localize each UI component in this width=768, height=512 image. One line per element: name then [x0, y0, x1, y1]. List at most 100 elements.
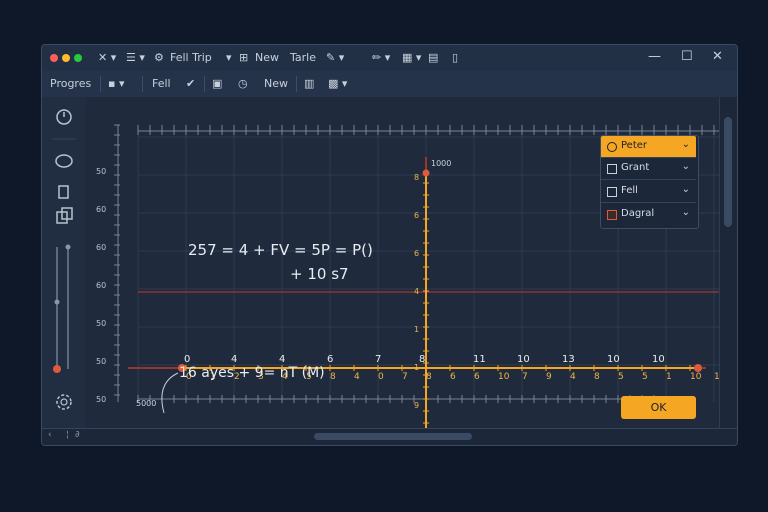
x-axis-top-label: 10 [652, 354, 665, 365]
equation-line-2: + 10 s7 [290, 265, 349, 283]
axis-endpoint [694, 364, 702, 372]
grid-icon[interactable]: ▦ ▾ [402, 51, 421, 64]
legend-header[interactable]: Peter ⌄ [601, 136, 696, 158]
window-icon[interactable]: ▣ [212, 77, 222, 90]
annotation-arrow [161, 372, 179, 414]
x-axis-bottom-label: 7 [402, 372, 408, 382]
app-window: ✕ ▾ ☰ ▾ ⚙ Fell Trip ▾ ⊞ New Tarle ✎ ▾ ✏ … [41, 44, 738, 446]
equation-line-1: 257 = 4 + FV = 5P = P() [188, 241, 373, 259]
x-axis-bottom-label: 6 [474, 372, 480, 382]
new-icon[interactable]: ⊞ [239, 51, 248, 64]
y-axis-label: 60 [96, 281, 106, 290]
check-icon[interactable]: ✔ [186, 77, 195, 90]
shape-icon[interactable] [55, 154, 73, 168]
list-icon[interactable]: ☰ ▾ [126, 51, 145, 64]
menu-tarle[interactable]: Tarle [290, 51, 316, 64]
checkbox[interactable] [607, 187, 617, 197]
close-button[interactable]: ✕ [712, 49, 723, 64]
columns-icon[interactable]: ▥ [304, 77, 314, 90]
legend-row-fell[interactable]: Fell ⌄ [601, 181, 696, 203]
zoom-dot[interactable] [74, 54, 82, 62]
x-axis-bottom-label: 7 [522, 372, 528, 382]
x-axis-bottom-label: 8 [594, 372, 600, 382]
x-axis-top-label: 7 [375, 354, 381, 365]
x-axis-bottom-label: 8 [426, 372, 432, 382]
maximize-button[interactable]: ☐ [681, 49, 693, 64]
block-icon[interactable]: ▪ ▾ [108, 77, 124, 90]
top-axis-label: 1000 [431, 159, 452, 168]
x-axis-top-label: 8 [419, 354, 425, 365]
table-icon[interactable]: ▤ [428, 51, 438, 64]
y-axis-label: 60 [96, 243, 106, 252]
y-axis-label: 50 [96, 395, 106, 404]
close-dot[interactable] [50, 54, 58, 62]
pen-icon[interactable]: ✎ ▾ [326, 51, 344, 64]
chart-icon[interactable]: ▩ ▾ [328, 77, 347, 90]
chevron-down-icon: ⌄ [681, 161, 690, 172]
x-axis-top-label: 11 [473, 354, 486, 365]
page-icon[interactable]: ▯ [452, 51, 458, 64]
bottom-left-label: 5000 [136, 399, 157, 408]
x-axis-top-label: 4 [231, 354, 237, 365]
settings-icon[interactable]: ⚙ [154, 51, 164, 64]
x-axis-top-label: 13 [562, 354, 575, 365]
legend-row-label: Dagral [621, 208, 655, 219]
radio-icon [607, 142, 617, 152]
ok-button[interactable]: OK [621, 396, 696, 419]
menu-fell-trip[interactable]: Fell Trip [170, 51, 212, 64]
menu-new[interactable]: New [255, 51, 279, 64]
y-axis-value-label: 6 [414, 249, 419, 258]
x-axis-top-label: 6 [327, 354, 333, 365]
toolbar: Progres ▪ ▾ Fell ✔ ▣ ◷ New ▥ ▩ ▾ [42, 71, 737, 98]
legend-row-dagral[interactable]: Dagral ⌄ [601, 204, 696, 226]
vertical-scrollbar[interactable] [719, 97, 737, 430]
x-axis-bottom-label: 10 [498, 372, 510, 382]
x-axis-bottom-label: 5 [642, 372, 648, 382]
minimize-button[interactable]: — [648, 49, 661, 64]
y-axis-label: 50 [96, 319, 106, 328]
divider [142, 76, 143, 92]
minimize-dot[interactable] [62, 54, 70, 62]
x-axis-top-label: 10 [607, 354, 620, 365]
divider [204, 76, 205, 92]
toolbar-progres[interactable]: Progres [50, 77, 91, 90]
y-axis-value-label: 1 [414, 363, 419, 372]
checkbox-checked[interactable] [607, 210, 617, 220]
gear-icon[interactable] [56, 394, 72, 410]
horizontal-scroll-thumb[interactable] [314, 433, 472, 440]
scroll-left-icon[interactable]: ‹ [48, 430, 52, 440]
x-axis-bottom-label: 9 [546, 372, 552, 382]
title-bar: ✕ ▾ ☰ ▾ ⚙ Fell Trip ▾ ⊞ New Tarle ✎ ▾ ✏ … [42, 45, 737, 72]
y-axis-label: 60 [96, 205, 106, 214]
left-sidebar [42, 97, 87, 430]
annotation-text: 16 ayes + 9= nT (M) [179, 365, 325, 381]
x-axis-top-label: 10 [517, 354, 530, 365]
copy-icon[interactable] [56, 207, 73, 224]
chevron-down-icon: ⌄ [681, 139, 690, 150]
vertical-slider[interactable] [53, 244, 71, 374]
y-axis-label: 50 [96, 357, 106, 366]
checkbox[interactable] [607, 164, 617, 174]
legend-row-grant[interactable]: Grant ⌄ [601, 158, 696, 180]
cut-icon[interactable]: ✕ ▾ [98, 51, 116, 64]
document-icon[interactable] [58, 185, 69, 199]
chevron-down-icon: ⌄ [681, 207, 690, 218]
x-axis-bottom-label: 4 [354, 372, 360, 382]
divider [100, 76, 101, 92]
toolbar-fell[interactable]: Fell [152, 77, 171, 90]
toolbar-new[interactable]: New [264, 77, 288, 90]
dropdown-icon[interactable]: ▾ [226, 51, 232, 64]
status-bar: ‹ ¦ ∂ [42, 428, 737, 445]
scroll-thumb[interactable] [724, 117, 732, 227]
pencil-icon[interactable]: ✏ ▾ [372, 51, 390, 64]
timer-icon[interactable] [56, 109, 72, 125]
x-axis-bottom-label: 5 [618, 372, 624, 382]
legend-row-label: Fell [621, 185, 638, 196]
clock-icon[interactable]: ◷ [238, 77, 248, 90]
x-axis-bottom-label: 8 [330, 372, 336, 382]
divider [296, 76, 297, 92]
y-axis-value-label: 4 [414, 287, 419, 296]
x-axis-bottom-label: 1 [666, 372, 672, 382]
legend-panel: Peter ⌄ Grant ⌄ Fell ⌄ Dagral ⌄ [600, 135, 699, 229]
graph-canvas[interactable]: 0 4 4 6 7 8 11 10 13 10 10 0 1 2 3 4 5 8 4 0 7 8 6 6 10 7 9 4 8 5 5 1 10… [86, 97, 722, 430]
